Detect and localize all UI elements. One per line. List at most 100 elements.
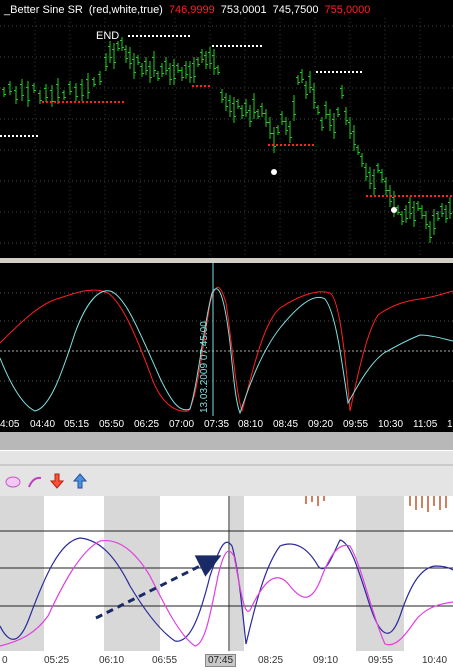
- price-bar: [248, 105, 252, 127]
- price-bar: [444, 205, 448, 223]
- indicator-value-4: 755,0000: [324, 4, 371, 16]
- price-bar: [448, 197, 452, 219]
- price-bar: [204, 51, 208, 69]
- price-bar: [140, 63, 144, 77]
- price-bar: [252, 93, 256, 119]
- price-bar: [364, 163, 368, 181]
- price-bar: [216, 65, 220, 75]
- price-bar: [2, 87, 6, 97]
- time-tick: 08:45: [273, 419, 299, 430]
- oscillator-panel[interactable]: 13.03.2009 07:45:00: [0, 263, 453, 416]
- price-bar: [368, 167, 372, 189]
- indicator-value-1: 746,9999: [168, 4, 215, 16]
- price-bar: [432, 209, 436, 235]
- price-bar: [428, 221, 432, 243]
- time-axis: 4:05 04:40 05:15 05:50 06:25 07:00 07:35…: [0, 416, 453, 432]
- indicator-params: (red,white,true): [88, 4, 163, 16]
- time-tick: 09:10: [313, 655, 339, 666]
- price-bar: [260, 103, 264, 117]
- time-tick: 06:25: [134, 419, 160, 430]
- price-bar: [224, 93, 228, 111]
- price-bar: [92, 77, 96, 87]
- time-tick: 08:25: [258, 655, 284, 666]
- time-tick: 06:10: [99, 655, 125, 666]
- time-tick: 10:40: [422, 655, 448, 666]
- price-bar: [184, 61, 188, 79]
- price-bar: [56, 78, 60, 104]
- price-bar: [316, 105, 320, 115]
- price-bar: [240, 105, 244, 119]
- time-tick: 08:10: [238, 419, 264, 430]
- time-tick: 0: [2, 655, 8, 666]
- price-bar: [268, 117, 272, 139]
- price-bar: [400, 211, 404, 225]
- price-bar: [392, 191, 396, 217]
- price-bar: [212, 49, 216, 75]
- price-bar: [300, 69, 304, 83]
- price-bar: [284, 117, 288, 135]
- price-bar: [360, 153, 364, 167]
- curve-tool-icon[interactable]: [27, 475, 43, 489]
- price-bar: [62, 90, 66, 100]
- price-bars-plot: [0, 18, 453, 258]
- price-bar: [324, 101, 328, 119]
- end-label: END: [96, 30, 120, 42]
- price-bar: [26, 81, 30, 107]
- time-tick: 09:20: [308, 419, 334, 430]
- price-bar: [164, 57, 168, 75]
- arrow-up-icon[interactable]: [73, 473, 87, 489]
- price-bar: [176, 63, 180, 73]
- second-time-axis: 0 05:25 06:10 06:55 07:45 08:25 09:10 09…: [0, 651, 453, 671]
- ellipse-tool-icon[interactable]: [5, 475, 21, 489]
- oscillator-plot: [0, 263, 453, 416]
- time-tick: 10:30: [378, 419, 404, 430]
- price-bar: [120, 37, 124, 51]
- price-bar: [372, 169, 376, 195]
- price-bar: [376, 163, 380, 173]
- price-bar: [416, 201, 420, 211]
- indicator-header: _Better Sine SR (red,white,true) 746,9999 7…: [4, 4, 376, 16]
- price-bar: [108, 41, 112, 63]
- price-bar: [188, 61, 192, 83]
- time-tick: 07:00: [169, 419, 195, 430]
- trading-chart-window: _Better Sine SR (red,white,true) 746,9999 7…: [0, 0, 453, 671]
- price-bar: [264, 109, 268, 127]
- signal-dot: [271, 169, 277, 175]
- price-bar: [280, 111, 284, 125]
- price-bar: [276, 125, 280, 135]
- toolbar-divider: [0, 464, 453, 466]
- price-bar: [128, 47, 132, 69]
- time-tick: 07:35: [204, 419, 230, 430]
- time-tick: 06:55: [152, 655, 178, 666]
- arrow-down-icon[interactable]: [50, 473, 64, 489]
- price-bar: [424, 211, 428, 229]
- time-tick: 4:05: [0, 419, 20, 430]
- oscillator-line-red: [0, 286, 453, 413]
- price-bar: [74, 83, 78, 101]
- window-gap: [0, 432, 453, 450]
- indicator-value-3: 745,7500: [272, 4, 319, 16]
- price-bar: [440, 203, 444, 217]
- price-bar: [332, 113, 336, 139]
- price-bar: [228, 95, 232, 117]
- price-bar: [272, 127, 276, 153]
- price-bar: [404, 205, 408, 223]
- price-bar: [168, 63, 172, 85]
- price-bar: [220, 89, 224, 103]
- price-bar: [344, 107, 348, 125]
- price-bar: [256, 109, 260, 119]
- price-bar: [236, 99, 240, 109]
- time-tick: 05:50: [99, 419, 125, 430]
- time-tick: 09:55: [368, 655, 394, 666]
- drawing-toolbar: [0, 450, 453, 497]
- price-bar: [180, 67, 184, 81]
- price-chart-panel[interactable]: _Better Sine SR (red,white,true) 746,9999 7…: [0, 0, 453, 258]
- second-chart-panel[interactable]: [0, 496, 453, 651]
- session-band: [104, 496, 160, 651]
- time-tick: 05:25: [44, 655, 70, 666]
- price-bar: [116, 41, 120, 51]
- price-bar: [44, 84, 48, 102]
- vertical-marker-label: 13.03.2009 07:45:00: [199, 321, 210, 413]
- price-bar: [352, 125, 356, 151]
- price-bar: [156, 71, 160, 81]
